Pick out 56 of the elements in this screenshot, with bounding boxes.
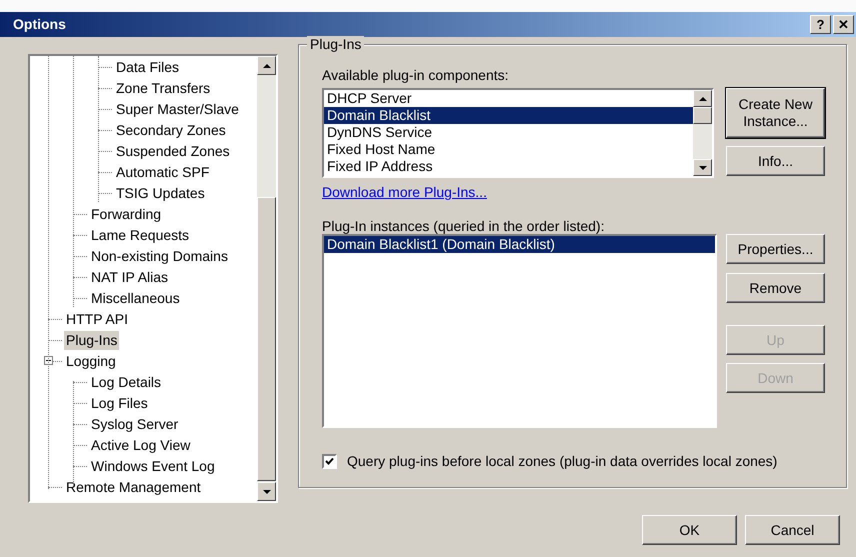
button[interactable]: Remove (726, 273, 825, 303)
tree-item[interactable]: NAT IP Alias (89, 268, 170, 287)
list-item[interactable]: DHCP Server (324, 90, 693, 107)
tree-item[interactable]: Plug-Ins (64, 331, 120, 350)
tree-item[interactable]: Forwarding (89, 205, 164, 224)
down-arrow-icon (698, 166, 706, 170)
tree-item[interactable]: Syslog Server (89, 415, 180, 434)
scroll-down-button[interactable] (693, 159, 712, 176)
checkbox-label: Query plug-ins before local zones (plug-in data overrides local zones) (347, 452, 778, 471)
tree-item[interactable]: Data Files (114, 58, 182, 77)
list-item[interactable]: Fixed IP Address (324, 158, 693, 175)
tree-item[interactable]: Suspended Zones (114, 142, 232, 161)
tree-item[interactable]: Log Details (89, 373, 164, 392)
tree-item[interactable]: Logging (64, 352, 118, 371)
tree-item[interactable]: Log Files (89, 394, 150, 413)
list-item[interactable]: Domain Blacklist1 (Domain Blacklist) (324, 236, 715, 253)
window-title: Options (13, 15, 66, 34)
group-title: Plug-Ins (307, 36, 364, 52)
download-link[interactable]: Download more Plug-Ins... (322, 183, 487, 201)
scrollbar[interactable] (257, 56, 276, 501)
list-item[interactable]: Fixed Host Name (324, 141, 693, 158)
up-arrow-icon (262, 64, 270, 68)
button[interactable]: Create New Instance... (726, 88, 825, 138)
tree-item[interactable]: Secondary Zones (114, 121, 228, 140)
scrollbar[interactable] (693, 90, 712, 176)
tree-item[interactable]: Miscellaneous (89, 289, 182, 308)
tree-item[interactable]: Non-existing Domains (89, 247, 230, 266)
check-icon (325, 457, 334, 466)
scroll-thumb[interactable] (693, 107, 712, 124)
close-button[interactable]: ✕ (833, 15, 854, 34)
tree-item[interactable]: Lame Requests (89, 226, 192, 245)
tree-item[interactable]: HTTP API (64, 310, 130, 329)
tree-item[interactable]: Active Log View (89, 436, 192, 455)
tree-item[interactable]: Automatic SPF (114, 163, 212, 182)
list-item[interactable]: Domain Blacklist (324, 107, 693, 124)
up-arrow-icon (698, 96, 706, 100)
list-label: Plug-In instances (queried in the order listed): (322, 218, 606, 234)
tree-item[interactable]: Remote Management (64, 478, 203, 497)
scroll-up-button[interactable] (257, 56, 276, 75)
list-item[interactable]: DynDNS Service (324, 124, 693, 141)
button[interactable]: Properties... (726, 234, 825, 264)
button[interactable]: Cancel (745, 515, 840, 545)
scroll-up-button[interactable] (693, 90, 712, 107)
scroll-thumb[interactable] (257, 197, 276, 481)
scroll-down-button[interactable] (257, 482, 276, 501)
down-arrow-icon (262, 490, 270, 494)
button[interactable]: Info... (726, 146, 825, 176)
help-button[interactable]: ? (810, 15, 831, 34)
checkbox[interactable] (322, 454, 337, 469)
list-label: Available plug-in components: (322, 67, 510, 83)
tree-item[interactable]: Windows Event Log (89, 457, 217, 476)
collapse-icon[interactable] (44, 356, 53, 365)
tree-item[interactable]: Zone Transfers (114, 79, 212, 98)
button[interactable]: OK (642, 515, 737, 545)
tree-item[interactable]: Super Master/Slave (114, 100, 241, 119)
tree-item[interactable]: TSIG Updates (114, 184, 207, 203)
